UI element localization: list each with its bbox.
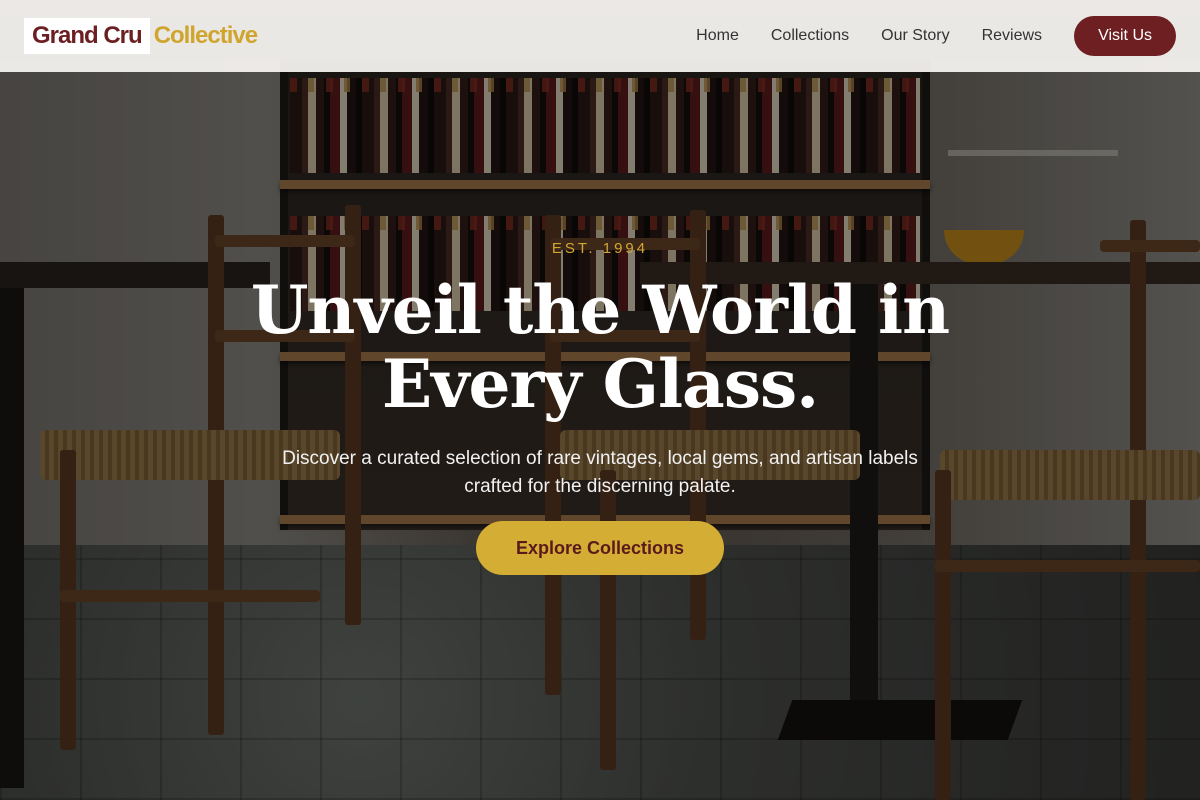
hero-subtitle: Discover a curated selection of rare vin… xyxy=(282,448,918,497)
hero-title: Unveil the World in Every Glass. xyxy=(250,271,950,423)
hero-content: EST. 1994 Unveil the World in Every Glas… xyxy=(0,240,1200,575)
logo-text-primary: Grand Cru xyxy=(24,18,150,54)
nav-link-our-story[interactable]: Our Story xyxy=(881,27,949,45)
top-navbar: Grand Cru Collective Home Collections Ou… xyxy=(0,0,1200,72)
nav-link-collections[interactable]: Collections xyxy=(771,27,849,45)
nav-link-home[interactable]: Home xyxy=(696,27,739,45)
logo-text-secondary: Collective xyxy=(153,22,258,49)
nav-link-reviews[interactable]: Reviews xyxy=(982,27,1042,45)
visit-us-button[interactable]: Visit Us xyxy=(1074,16,1176,56)
main-menu: Home Collections Our Story Reviews Visit… xyxy=(696,16,1176,56)
brand-logo[interactable]: Grand Cru Collective xyxy=(24,18,261,54)
explore-collections-button[interactable]: Explore Collections xyxy=(475,521,725,575)
established-tagline: EST. 1994 xyxy=(551,240,649,257)
